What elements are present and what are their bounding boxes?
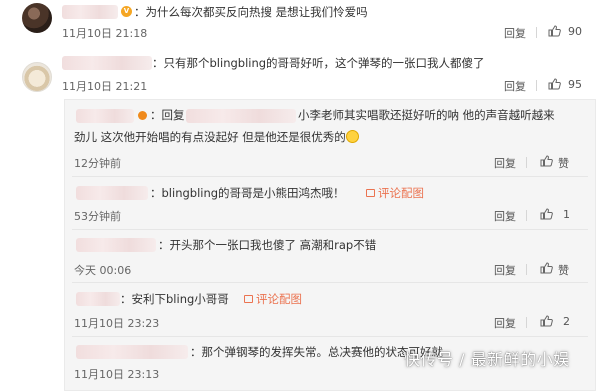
reply-button[interactable]: 回复 [494,315,516,331]
comment-figure-link[interactable]: 评论配图 [256,291,302,307]
username-blurred[interactable] [76,186,148,200]
comment-time: 11月10日 21:21 [62,80,148,93]
reply-divider [72,229,588,230]
reply-button[interactable]: 回复 [494,155,516,171]
like-icon[interactable] [540,315,553,327]
reply-button[interactable]: 回复 [494,262,516,278]
username-blurred[interactable] [76,109,134,123]
reply-text: ：安利下bling小哥哥 [120,292,229,306]
image-icon[interactable] [244,295,253,303]
username-blurred[interactable] [76,238,156,252]
like-icon[interactable] [548,78,561,90]
reply-prefix: ：回复 [150,108,185,122]
like-label[interactable]: 赞 [558,262,569,278]
like-count: 95 [568,78,582,91]
like-icon[interactable] [540,262,553,274]
username-blurred[interactable] [76,292,120,306]
reply-button[interactable]: 回复 [494,208,516,224]
like-count: 1 [563,208,570,221]
username-blurred[interactable] [76,345,188,359]
like-icon[interactable] [548,25,561,37]
like-label[interactable]: 赞 [558,155,569,171]
image-icon[interactable] [366,189,375,197]
commenter-avatar[interactable] [22,62,52,92]
reply-text: ：blingbling的哥哥是小熊田鸿杰哦！ [150,186,345,200]
divider [526,210,527,221]
like-icon[interactable] [540,208,553,220]
member-badge-icon [138,111,147,120]
like-count: 90 [568,25,582,38]
member-badge-icon: V [121,6,132,17]
divider [526,264,527,275]
divider [526,157,527,168]
watermark: 快传号 / 最新鲜的小娱 [404,350,570,369]
reply-time: 53分钟前 [74,210,121,223]
mention-username-blurred[interactable] [186,109,296,123]
username-blurred[interactable] [62,5,118,19]
laugh-emoji-icon [345,130,359,143]
reply-text: ：开头那个一张口我也傻了 高潮和rap不错 [158,238,377,252]
reply-button[interactable]: 回复 [504,25,526,41]
divider [536,27,537,38]
comment-text: ：只有那个blingbling的哥哥好听，这个弹琴的一张口我人都傻了 [152,56,485,70]
reply-button[interactable]: 回复 [504,78,526,94]
reply-time: 今天 00:06 [74,264,132,277]
commenter-avatar[interactable] [22,3,52,33]
comment-text: ：为什么每次都买反向热搜 是想让我们怜爱吗 [134,5,368,19]
reply-time: 11月10日 23:13 [74,368,160,381]
reply-time: 12分钟前 [74,157,121,170]
reply-text-line2: 劲儿 这次他开始唱的有点没起好 但是他还是很优秀的 [74,129,359,145]
reply-text-line1: 小李老师其实唱歌还挺好听的呐 他的声音越听越来 [298,108,555,122]
comment-figure-link[interactable]: 评论配图 [378,185,424,201]
like-count: 2 [563,315,570,328]
divider [536,80,537,91]
reply-time: 11月10日 23:23 [74,317,160,330]
username-blurred[interactable] [62,56,152,70]
comment-time: 11月10日 21:18 [62,27,148,40]
reply-divider [72,282,588,283]
reply-divider [72,336,588,337]
like-icon[interactable] [540,155,553,167]
divider [526,317,527,328]
reply-divider [72,176,588,177]
